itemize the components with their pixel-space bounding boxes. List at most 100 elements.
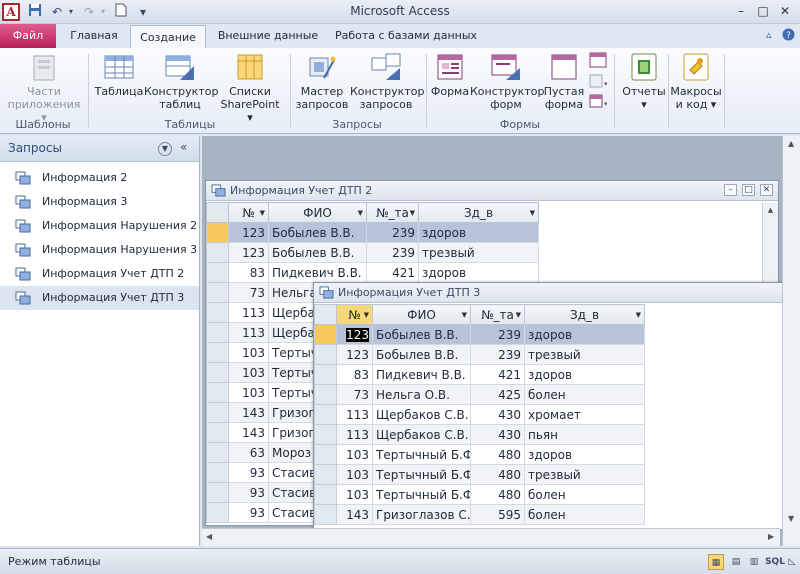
form-designer-button[interactable]: Конструктор форм	[470, 52, 544, 111]
row-selector[interactable]	[206, 302, 229, 323]
cell-health[interactable]: здоров	[418, 262, 539, 283]
chevron-down-icon[interactable]: ▼	[158, 142, 172, 156]
row-selector[interactable]	[206, 222, 229, 243]
cell-ta[interactable]: 480	[470, 484, 525, 505]
cell-number[interactable]: 103	[228, 362, 269, 383]
collapse-pane-icon[interactable]: «	[180, 140, 187, 154]
column-header-number[interactable]: № ▼	[336, 304, 373, 325]
cell-number[interactable]: 123	[228, 222, 269, 243]
nav-item-violations-2[interactable]: Информация Нарушения 2	[0, 214, 199, 238]
chevron-down-icon[interactable]: ▼	[636, 311, 641, 319]
cell-fio[interactable]: Щербаков С.В.	[372, 404, 471, 425]
tab-create[interactable]: Создание	[130, 25, 206, 49]
chevron-down-icon[interactable]: ▼	[410, 209, 415, 217]
tab-external-data[interactable]: Внешние данные	[212, 24, 324, 48]
cell-ta[interactable]: 239	[470, 324, 525, 345]
nav-item-info-3[interactable]: Информация 3	[0, 190, 199, 214]
cell-ta[interactable]: 430	[470, 424, 525, 445]
row-selector[interactable]	[206, 442, 229, 463]
scroll-right-icon[interactable]: ▶	[768, 532, 774, 541]
form-button[interactable]: Форма	[430, 52, 470, 98]
cell-health[interactable]: здоров	[418, 222, 539, 243]
cell-number[interactable]: 113	[336, 404, 373, 425]
query-wizard-button[interactable]: Мастер запросов	[294, 52, 350, 111]
table-row[interactable]: 123 Бобылев В.В. 239 трезвый	[206, 242, 539, 263]
tab-home[interactable]: Главная	[62, 24, 126, 48]
row-selector[interactable]	[314, 504, 337, 525]
cell-fio[interactable]: Бобылев В.В.	[268, 242, 367, 263]
cell-number[interactable]: 93	[228, 482, 269, 503]
cell-fio[interactable]: Щербаков С.В.	[372, 424, 471, 445]
column-header-ta[interactable]: №_та ▼	[470, 304, 525, 325]
column-header-ta[interactable]: №_та ▼	[366, 202, 419, 223]
cell-ta[interactable]: 239	[470, 344, 525, 365]
row-selector[interactable]	[206, 462, 229, 483]
query-window-title-bar[interactable]: Информация Учет ДТП 3	[314, 283, 782, 303]
row-selector[interactable]	[206, 322, 229, 343]
macros-and-code-button[interactable]: Макросы и код ▾	[670, 52, 722, 111]
cell-health[interactable]: пьян	[524, 424, 645, 445]
row-selector[interactable]	[206, 262, 229, 283]
cell-health[interactable]: болен	[524, 484, 645, 505]
more-forms-button[interactable]: ▾	[588, 74, 608, 91]
cell-fio[interactable]: Бобылев В.В.	[372, 324, 471, 345]
cell-number[interactable]: 123	[336, 324, 373, 345]
cell-number[interactable]: 103	[228, 382, 269, 403]
table-row[interactable]: 123 Бобылев В.В. 239 здоров	[314, 324, 645, 345]
cell-fio[interactable]: Бобылев В.В.	[268, 222, 367, 243]
cell-number[interactable]: 83	[336, 364, 373, 385]
row-selector[interactable]	[206, 382, 229, 403]
column-header-fio[interactable]: ФИО ▼	[372, 304, 471, 325]
datasheet-view-icon[interactable]: ▦	[708, 554, 724, 570]
select-all-corner[interactable]	[314, 304, 337, 325]
cell-health[interactable]: здоров	[524, 444, 645, 465]
scroll-up-icon[interactable]: ▲	[788, 139, 794, 148]
chevron-down-icon[interactable]: ▼	[358, 209, 363, 217]
row-selector[interactable]	[206, 422, 229, 443]
row-selector[interactable]	[206, 342, 229, 363]
form-split-button[interactable]: ▾	[588, 94, 608, 111]
query-designer-button[interactable]: Конструктор запросов	[350, 52, 424, 111]
sql-view-button[interactable]: SQL	[764, 554, 786, 570]
table-row[interactable]: 143 Гризоглазов С. 595 болен	[314, 504, 645, 525]
workspace-vertical-scrollbar[interactable]: ▲ ▼	[782, 136, 800, 546]
cell-number[interactable]: 103	[228, 342, 269, 363]
row-selector[interactable]	[206, 362, 229, 383]
row-selector[interactable]	[206, 282, 229, 303]
sharepoint-lists-button[interactable]: Списки SharePoint ▾	[216, 52, 284, 124]
cell-ta[interactable]: 595	[470, 504, 525, 525]
table-row[interactable]: 113 Щербаков С.В. 430 хромает	[314, 404, 645, 425]
workspace-horizontal-scrollbar[interactable]: ◀ ▶	[202, 528, 780, 546]
blank-form-button[interactable]: Пустая форма	[542, 52, 586, 111]
row-selector[interactable]	[314, 364, 337, 385]
nav-item-info-2[interactable]: Информация 2	[0, 166, 199, 190]
row-selector[interactable]	[314, 324, 337, 345]
cell-number[interactable]: 63	[228, 442, 269, 463]
row-selector[interactable]	[206, 482, 229, 503]
chevron-down-icon[interactable]: ▼	[260, 209, 265, 217]
cell-ta[interactable]: 480	[470, 444, 525, 465]
cell-health[interactable]: болен	[524, 504, 645, 525]
nav-item-accidents-3[interactable]: Информация Учет ДТП 3	[0, 286, 199, 310]
column-header-health[interactable]: Зд_в ▼	[418, 202, 539, 223]
table-row[interactable]: 103 Тертычный Б.Ф 480 здоров	[314, 444, 645, 465]
row-selector[interactable]	[314, 444, 337, 465]
chevron-down-icon[interactable]: ▼	[516, 311, 521, 319]
chevron-down-icon[interactable]: ▼	[462, 311, 467, 319]
cell-number[interactable]: 93	[228, 502, 269, 523]
select-all-corner[interactable]	[206, 202, 229, 223]
window-restore-button[interactable]: □	[742, 184, 755, 196]
cell-ta[interactable]: 239	[366, 242, 419, 263]
cell-health[interactable]: трезвый	[524, 464, 645, 485]
scroll-up-icon[interactable]: ▲	[763, 206, 778, 214]
query-window-title-bar[interactable]: Информация Учет ДТП 2 – □ ✕	[206, 181, 778, 201]
table-row[interactable]: 83 Пидкевич В.В. 421 здоров	[314, 364, 645, 385]
column-header-health[interactable]: Зд_в ▼	[524, 304, 645, 325]
cell-health[interactable]: хромает	[524, 404, 645, 425]
cell-ta[interactable]: 421	[470, 364, 525, 385]
row-selector[interactable]	[206, 242, 229, 263]
cell-number[interactable]: 143	[228, 402, 269, 423]
scroll-down-icon[interactable]: ▼	[788, 514, 794, 523]
table-row[interactable]: 73 Нельга О.В. 425 болен	[314, 384, 645, 405]
cell-fio[interactable]: Нельга О.В.	[372, 384, 471, 405]
